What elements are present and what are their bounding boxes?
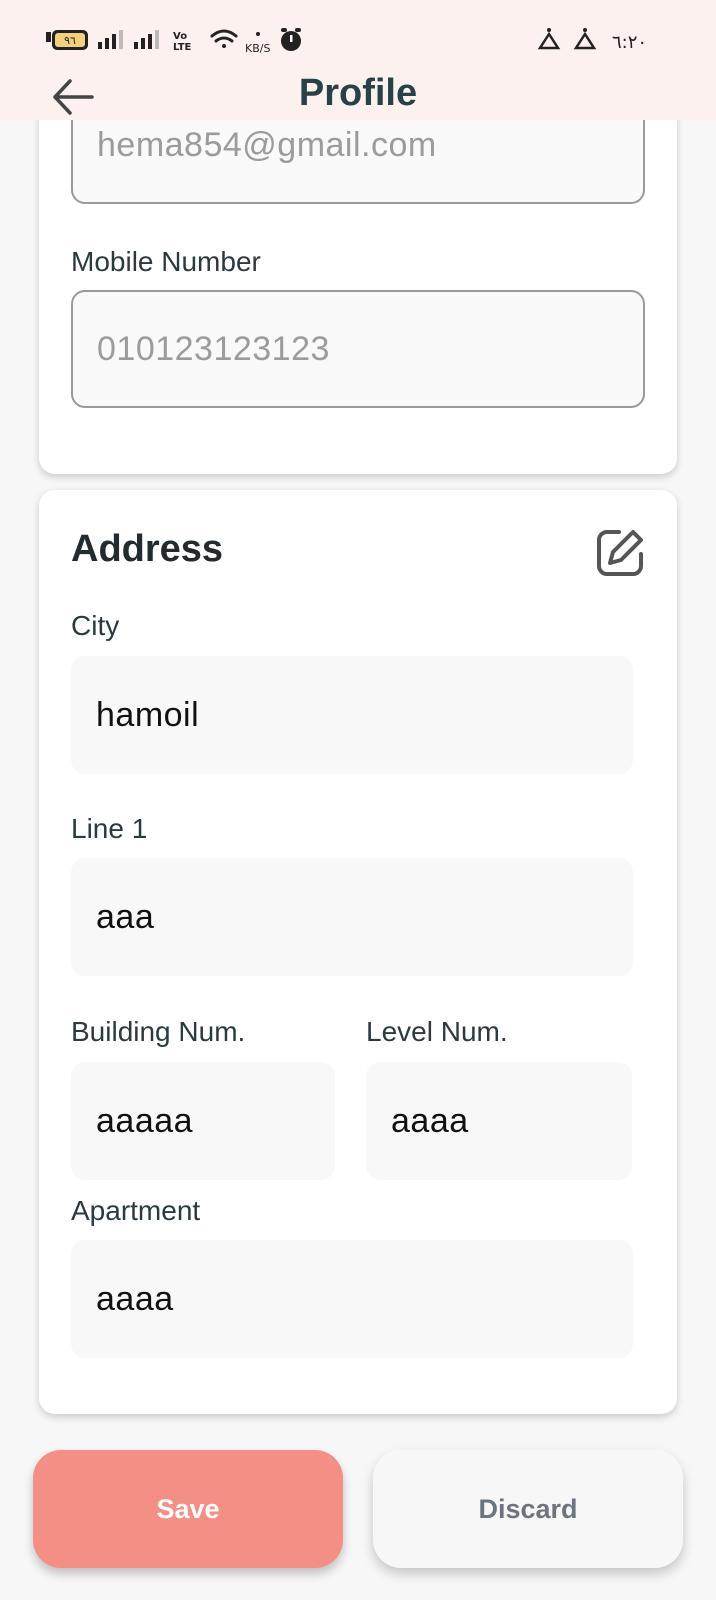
signal-icon bbox=[98, 30, 123, 49]
line1-label: Line 1 bbox=[71, 813, 148, 844]
save-button[interactable]: Save bbox=[33, 1450, 343, 1568]
mobile-label: Mobile Number bbox=[71, 246, 261, 277]
mobile-field[interactable]: 010123123123 bbox=[71, 290, 645, 408]
status-bar: ٩٦ Vo LTE KB/S ٦:٢٠ bbox=[46, 28, 647, 55]
network-speed: KB/S bbox=[245, 42, 270, 55]
address-card: Address City hamoil Line 1 aaa Building … bbox=[39, 490, 677, 1414]
battery-level: ٩٦ bbox=[64, 34, 76, 47]
page-title: Profile bbox=[298, 72, 418, 114]
battery-icon: ٩٦ bbox=[46, 30, 88, 50]
volte-icon: Vo bbox=[173, 31, 187, 42]
level-label: Level Num. bbox=[366, 1016, 508, 1047]
city-field[interactable]: hamoil bbox=[71, 656, 633, 774]
apartment-label: Apartment bbox=[71, 1195, 201, 1226]
line1-value: aaa bbox=[96, 897, 155, 936]
contact-card: hema854@gmail.com Mobile Number 01012312… bbox=[39, 60, 677, 474]
line1-field[interactable]: aaa bbox=[71, 858, 633, 976]
notification-icon bbox=[537, 28, 597, 50]
city-label: City bbox=[71, 610, 120, 641]
apartment-value: aaaa bbox=[96, 1279, 174, 1318]
alarm-icon bbox=[281, 28, 301, 51]
svg-text:LTE: LTE bbox=[173, 42, 192, 53]
clock: ٦:٢٠ bbox=[612, 32, 647, 53]
mobile-value: 010123123123 bbox=[97, 329, 330, 368]
building-value: aaaaa bbox=[96, 1101, 194, 1140]
level-value: aaaa bbox=[391, 1101, 469, 1140]
level-field[interactable]: aaaa bbox=[366, 1062, 632, 1180]
wifi-icon bbox=[210, 29, 238, 48]
app-header: ٩٦ Vo LTE KB/S ٦:٢٠ Profile bbox=[0, 0, 716, 120]
apartment-field[interactable]: aaaa bbox=[71, 1240, 633, 1358]
email-value: hema854@gmail.com bbox=[97, 125, 437, 164]
edit-icon[interactable] bbox=[595, 526, 647, 578]
building-field[interactable]: aaaaa bbox=[71, 1062, 335, 1180]
building-label: Building Num. bbox=[71, 1016, 246, 1047]
discard-button[interactable]: Discard bbox=[373, 1450, 683, 1568]
signal-icon bbox=[134, 30, 159, 49]
city-value: hamoil bbox=[96, 695, 200, 734]
address-title: Address bbox=[71, 528, 224, 570]
